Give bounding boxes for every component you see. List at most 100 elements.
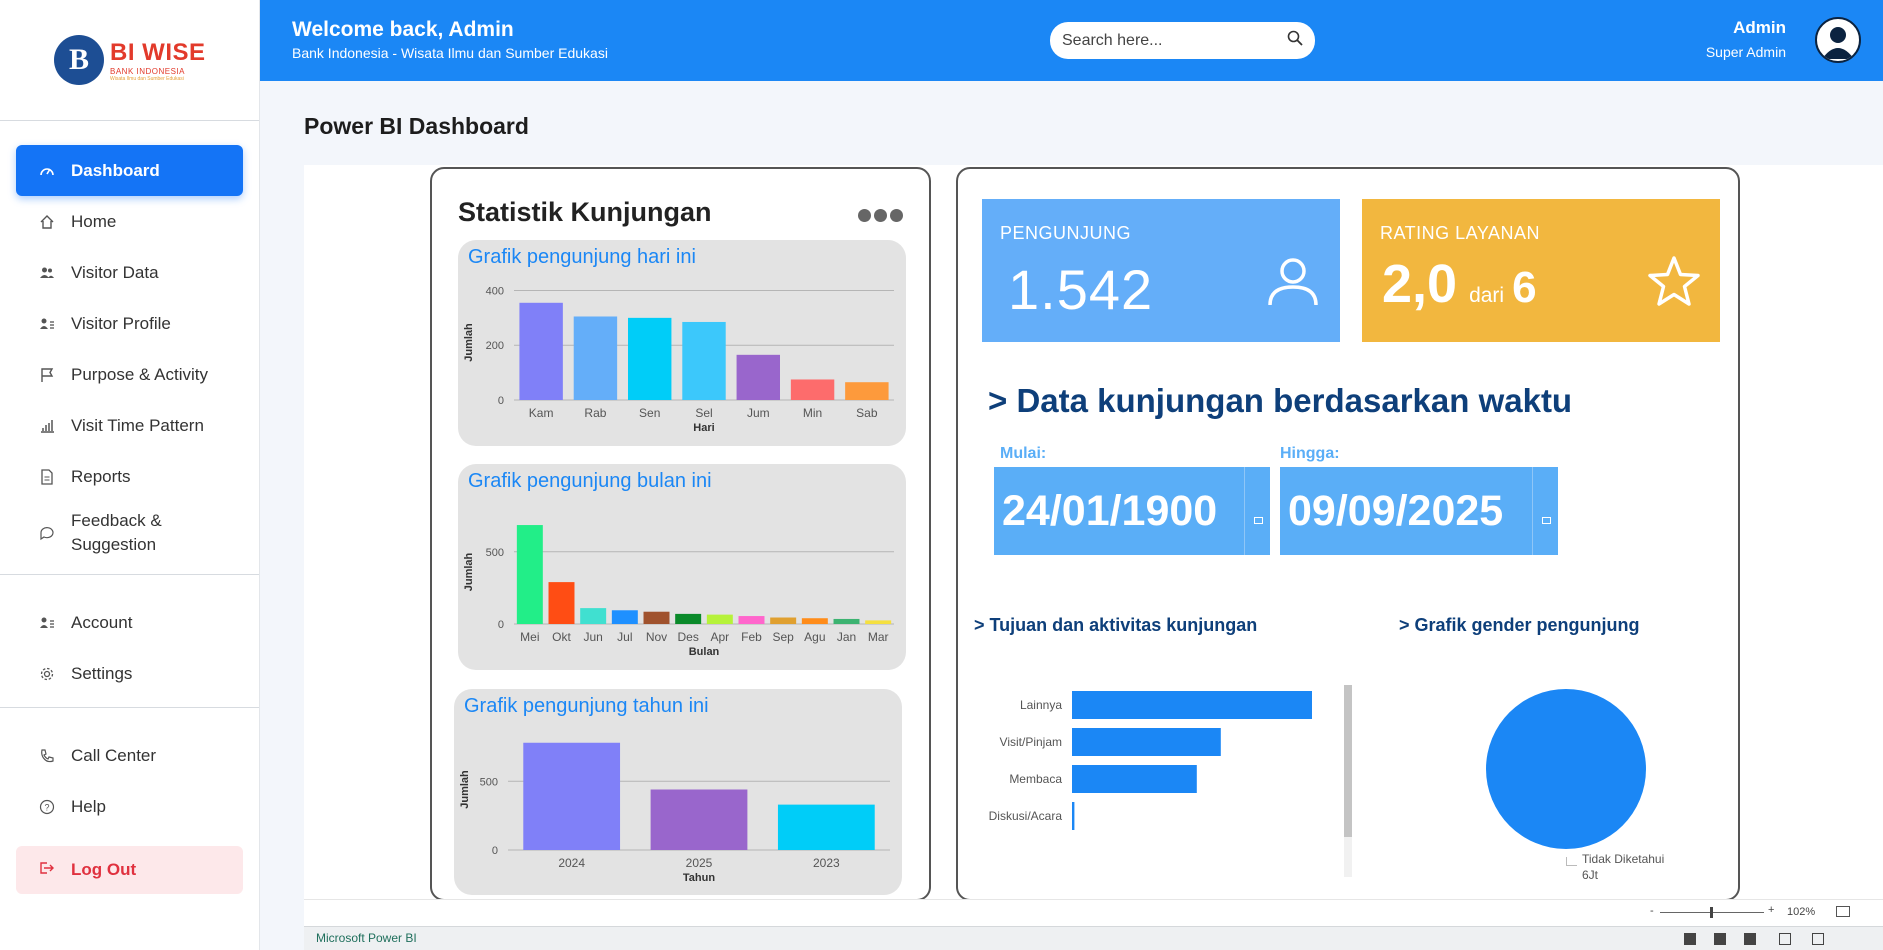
sidebar-item-call-center[interactable]: Call Center bbox=[16, 730, 243, 781]
sidebar-item-label: Call Center bbox=[71, 745, 157, 765]
y-axis-label: Jumlah bbox=[459, 770, 471, 809]
linkedin-icon[interactable] bbox=[1744, 933, 1756, 945]
calendar-icon bbox=[1542, 517, 1551, 524]
powerbi-link[interactable]: Microsoft Power BI bbox=[316, 931, 417, 945]
bar bbox=[1072, 691, 1312, 719]
sidebar-item-home[interactable]: Home bbox=[16, 196, 243, 247]
bar bbox=[833, 618, 860, 624]
purpose-section-title: > Tujuan dan aktivitas kunjungan bbox=[974, 615, 1258, 635]
brand-wise: WISE bbox=[142, 38, 206, 66]
yearly-chart: 0 500 2024 2025 2023 Tahun Jumlah bbox=[459, 742, 890, 884]
sidebar-item-account[interactable]: Account bbox=[16, 597, 243, 648]
monthly-chart: 0 500 Mei Okt Jun Jul Nov Des Apr Feb Sep Agu Jan Mar… bbox=[463, 525, 894, 658]
chart-card-monthly: 0 500 Mei Okt Jun Jul Nov Des Apr Feb Sep Agu Jan Mar… bbox=[458, 464, 906, 670]
x-tick-label: Apr bbox=[710, 630, 729, 644]
sidebar-item-help[interactable]: ? Help bbox=[16, 781, 243, 832]
pie-legend-value: 6Jt bbox=[1582, 868, 1599, 882]
bar bbox=[611, 610, 638, 624]
sidebar-item-settings[interactable]: Settings bbox=[16, 648, 243, 699]
avatar[interactable] bbox=[1815, 17, 1861, 63]
end-date-label: Hingga: bbox=[1280, 445, 1340, 462]
summary-panel: PENGUNJUNG 1.542 RATING LAYANAN 2,0 dari… bbox=[956, 167, 1740, 901]
purpose-chart: Lainnya Visit/Pinjam Membaca Diskusi/Acara bbox=[989, 691, 1312, 830]
x-tick-label: Agu bbox=[804, 630, 825, 644]
more-options-icon[interactable] bbox=[858, 209, 903, 222]
star-icon bbox=[1646, 255, 1702, 314]
pie-slice bbox=[1486, 689, 1646, 849]
logout-button[interactable]: Log Out bbox=[16, 846, 243, 894]
bar bbox=[650, 789, 748, 850]
brand-tag: Wisata Ilmu dan Sumber Edukasi bbox=[110, 75, 184, 82]
x-tick-label: Sep bbox=[772, 630, 794, 644]
category-label: Diskusi/Acara bbox=[989, 809, 1063, 823]
sidebar-item-visit-time-pattern[interactable]: Visit Time Pattern bbox=[16, 400, 243, 451]
sidebar-item-dashboard[interactable]: Dashboard bbox=[16, 145, 243, 196]
purpose-scrollbar[interactable] bbox=[1344, 685, 1352, 877]
end-date-field[interactable]: 09/09/2025 bbox=[1280, 467, 1532, 555]
y-tick-label: 200 bbox=[486, 340, 504, 352]
start-date-field[interactable]: 24/01/1900 bbox=[994, 467, 1244, 555]
powerbi-footer: Microsoft Power BI bbox=[304, 926, 1883, 950]
user-role: Super Admin bbox=[1705, 44, 1786, 60]
bar bbox=[675, 613, 702, 624]
twitter-icon[interactable] bbox=[1714, 933, 1726, 945]
search-icon[interactable] bbox=[1287, 30, 1303, 51]
svg-text:?: ? bbox=[44, 802, 49, 812]
phone-icon bbox=[38, 747, 56, 765]
bar bbox=[801, 618, 828, 624]
sidebar-item-label: Visit Time Pattern bbox=[71, 415, 204, 435]
y-tick-label: 0 bbox=[498, 619, 504, 631]
nav-divider bbox=[0, 707, 259, 708]
sidebar-item-label: Settings bbox=[71, 663, 133, 683]
sidebar-item-reports[interactable]: Reports bbox=[16, 451, 243, 502]
start-date-picker[interactable] bbox=[1244, 467, 1270, 555]
y-tick-label: 500 bbox=[480, 776, 498, 788]
bar bbox=[845, 382, 889, 400]
bar bbox=[548, 582, 575, 624]
nav-divider bbox=[0, 574, 259, 575]
fit-page-icon[interactable] bbox=[1836, 906, 1850, 917]
sidebar-item-visitor-profile[interactable]: Visitor Profile bbox=[16, 298, 243, 349]
search-bar[interactable] bbox=[1050, 22, 1315, 59]
x-tick-label: Sel bbox=[695, 406, 712, 420]
category-label: Membaca bbox=[1009, 772, 1062, 786]
facebook-icon[interactable] bbox=[1684, 933, 1696, 945]
brand-logo[interactable]: B BI WISE BANK INDONESIA Wisata Ilmu dan… bbox=[0, 0, 259, 121]
top-header: Welcome back, Admin Bank Indonesia - Wis… bbox=[260, 0, 1883, 81]
x-tick-label: Min bbox=[803, 406, 822, 420]
document-icon bbox=[38, 468, 56, 486]
sidebar-item-purpose-activity[interactable]: Purpose & Activity bbox=[16, 349, 243, 400]
fullscreen-icon[interactable] bbox=[1812, 933, 1824, 945]
x-tick-label: Sab bbox=[856, 406, 878, 420]
brand-title: BI WISE bbox=[110, 39, 206, 67]
x-tick-label: 2025 bbox=[686, 856, 713, 870]
sidebar-item-visitor-data[interactable]: Visitor Data bbox=[16, 247, 243, 298]
bar bbox=[573, 316, 618, 400]
gender-pie-chart bbox=[1486, 689, 1646, 849]
y-tick-label: 0 bbox=[492, 845, 498, 857]
x-tick-label: 2023 bbox=[813, 856, 840, 870]
zoom-slider[interactable] bbox=[1660, 907, 1764, 918]
statistics-panel: Statistik Kunjungan 0 200 400 Kam Rab Sen Sel J… bbox=[430, 167, 931, 901]
search-input[interactable] bbox=[1062, 31, 1287, 50]
share-icon[interactable] bbox=[1779, 933, 1791, 945]
chart-card-daily: 0 200 400 Kam Rab Sen Sel Jum Min Sab Hari Jumlah G… bbox=[458, 240, 906, 446]
zoom-out-button[interactable]: - bbox=[1650, 905, 1654, 917]
bar bbox=[790, 379, 835, 400]
user-profile-icon bbox=[38, 315, 56, 333]
powerbi-report: Statistik Kunjungan 0 200 400 Kam Rab Sen Sel J… bbox=[304, 165, 1883, 950]
rating-of: dari bbox=[1469, 284, 1505, 307]
kpi-label: PENGUNJUNG bbox=[1000, 223, 1132, 243]
bar bbox=[523, 742, 621, 850]
sidebar-item-label: Home bbox=[71, 211, 117, 231]
kpi-value: 1.542 bbox=[1008, 258, 1154, 321]
x-tick-label: Feb bbox=[741, 630, 762, 644]
end-date-picker[interactable] bbox=[1532, 467, 1558, 555]
bar bbox=[519, 302, 563, 400]
chat-bubble-icon bbox=[38, 524, 56, 542]
sidebar-item-label: Feedback & Suggestion bbox=[71, 511, 162, 554]
zoom-in-button[interactable]: + bbox=[1768, 904, 1774, 916]
sidebar-item-feedback[interactable]: Feedback & Suggestion bbox=[16, 502, 243, 564]
pie-legend-label: Tidak Diketahui bbox=[1582, 852, 1665, 866]
sidebar: B BI WISE BANK INDONESIA Wisata Ilmu dan… bbox=[0, 0, 260, 950]
